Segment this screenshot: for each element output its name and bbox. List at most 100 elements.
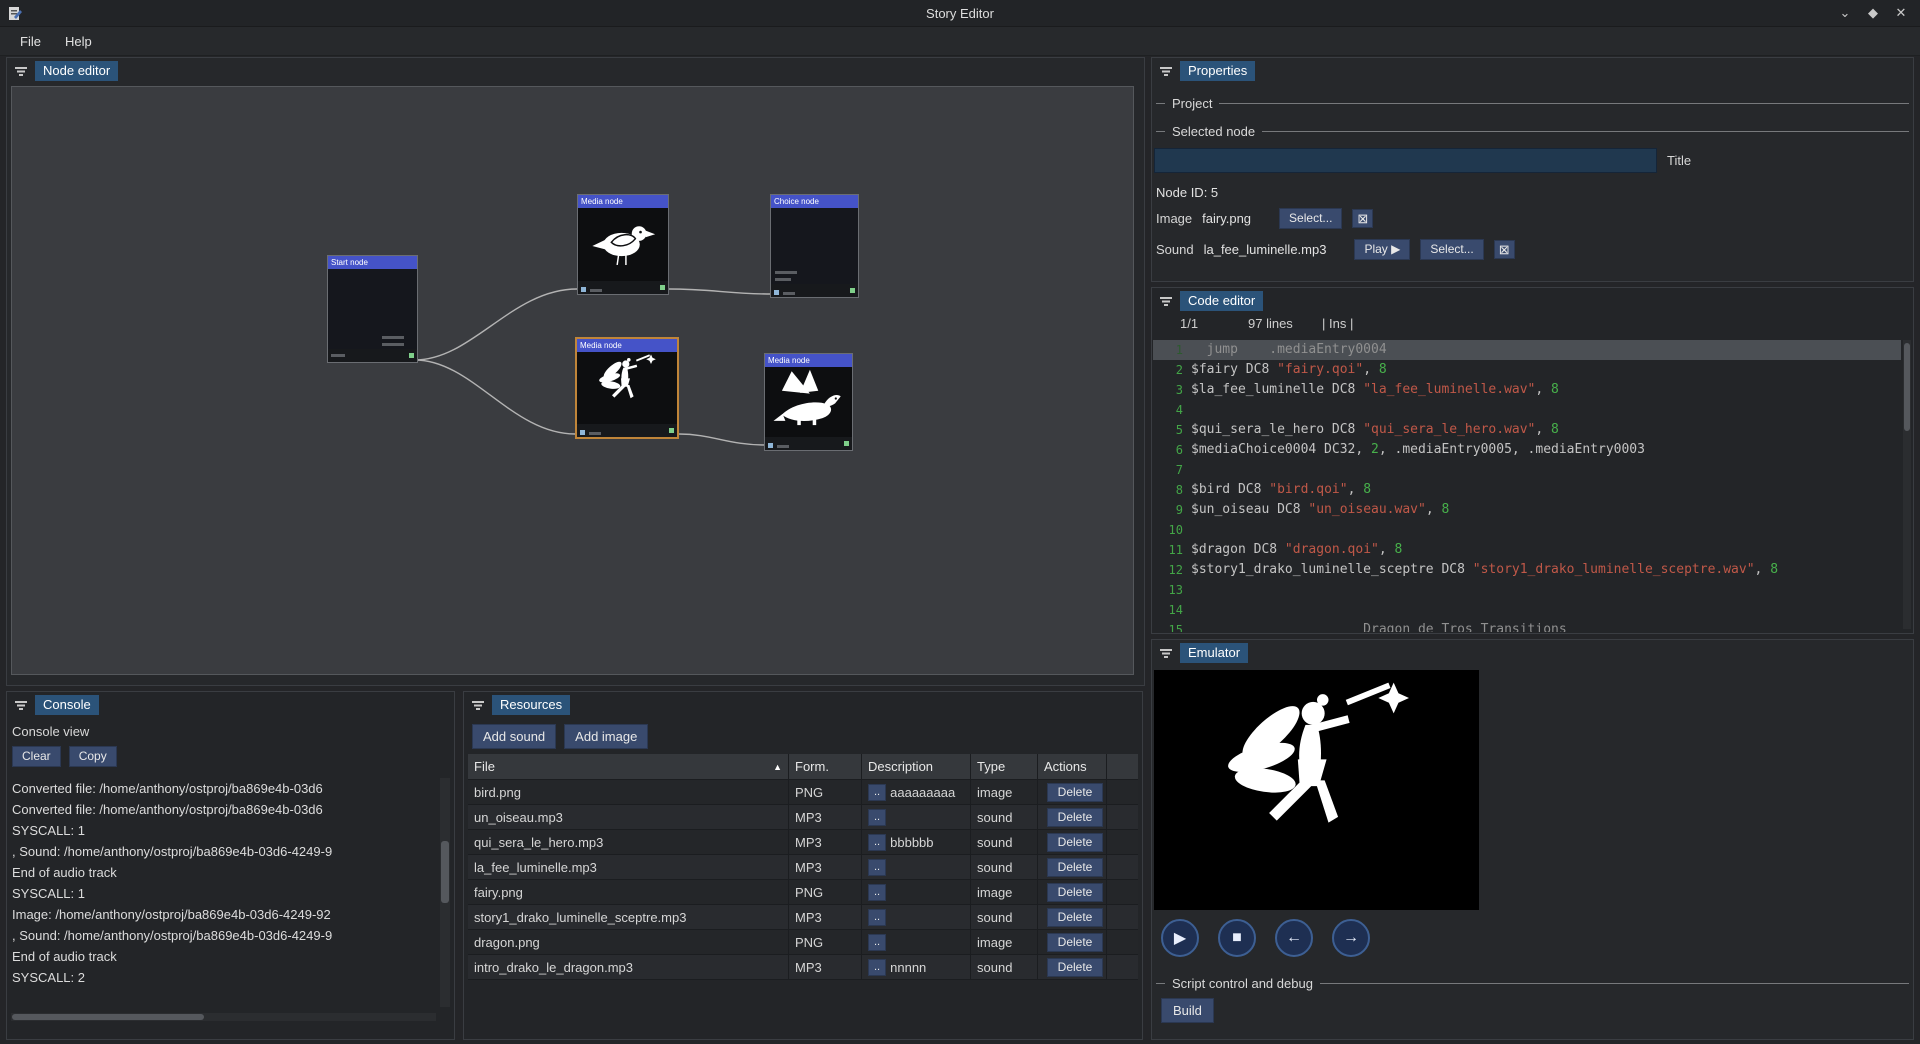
code-line: 2$fairy DC8 "fairy.qoi", 8 [1153, 360, 1901, 380]
scrollbar-thumb[interactable] [441, 841, 449, 903]
shade-button[interactable]: ⌄ [1838, 5, 1852, 21]
collapse-icon[interactable] [14, 698, 28, 712]
console-copy-button[interactable]: Copy [69, 746, 117, 767]
resource-description: .. [862, 855, 971, 879]
resource-actions: Delete [1038, 780, 1107, 804]
console-vertical-scrollbar[interactable] [440, 778, 450, 1007]
collapse-icon[interactable] [1159, 294, 1173, 308]
collapse-icon[interactable] [1159, 646, 1173, 660]
node-media-dragon[interactable]: Media node [764, 353, 853, 451]
edit-description-button[interactable]: .. [868, 809, 886, 826]
code-line: 3$la_fee_luminelle DC8 "la_fee_luminelle… [1153, 380, 1901, 400]
step-forward-button[interactable]: → [1332, 919, 1370, 957]
delete-button[interactable]: Delete [1047, 783, 1104, 802]
resource-type: sound [971, 805, 1038, 829]
scrollbar-thumb[interactable] [12, 1014, 204, 1020]
column-file[interactable]: File ▲ [468, 754, 789, 779]
collapse-icon[interactable] [1159, 64, 1173, 78]
resource-row[interactable]: intro_drako_le_dragon.mp3MP3..nnnnnsound… [468, 955, 1138, 980]
node-canvas[interactable]: Start node Media node [11, 86, 1134, 675]
resource-actions: Delete [1038, 930, 1107, 954]
node-port[interactable] [409, 353, 414, 358]
column-description[interactable]: Description [862, 754, 971, 779]
node-port[interactable] [669, 428, 674, 433]
column-format[interactable]: Form. [789, 754, 862, 779]
console-clear-button[interactable]: Clear [12, 746, 61, 767]
titlebar: Story Editor ⌄ ◆ ✕ [0, 0, 1920, 27]
menubar: File Help [0, 27, 1920, 56]
stop-button[interactable]: ■ [1218, 919, 1256, 957]
resource-row[interactable]: story1_drako_luminelle_sceptre.mp3MP3..s… [468, 905, 1138, 930]
close-button[interactable]: ✕ [1894, 5, 1908, 21]
node-port[interactable] [580, 430, 585, 435]
node-choice[interactable]: Choice node [770, 194, 859, 298]
add-sound-button[interactable]: Add sound [472, 724, 556, 749]
properties-panel: Properties Project Selected node Title N… [1151, 57, 1914, 282]
collapse-icon[interactable] [471, 698, 485, 712]
edit-description-button[interactable]: .. [868, 884, 886, 901]
play-button[interactable]: ▶ [1161, 919, 1199, 957]
menu-file[interactable]: File [10, 30, 51, 53]
node-title: Choice node [771, 195, 858, 208]
line-number: 12 [1153, 560, 1191, 580]
resource-row[interactable]: fairy.pngPNG..imageDelete [468, 880, 1138, 905]
image-select-button[interactable]: Select... [1279, 208, 1342, 229]
edit-description-button[interactable]: .. [868, 784, 886, 801]
node-media-fairy[interactable]: Media node [575, 337, 679, 439]
collapse-icon[interactable] [14, 64, 28, 78]
resource-file: story1_drako_luminelle_sceptre.mp3 [468, 905, 789, 929]
node-start[interactable]: Start node [327, 255, 418, 363]
node-port[interactable] [774, 290, 779, 295]
node-port[interactable] [768, 443, 773, 448]
delete-button[interactable]: Delete [1047, 808, 1104, 827]
console-line: SYSCALL: 1 [12, 883, 436, 904]
edit-description-button[interactable]: .. [868, 909, 886, 926]
node-port[interactable] [581, 287, 586, 292]
delete-button[interactable]: Delete [1047, 883, 1104, 902]
maximize-button[interactable]: ◆ [1866, 5, 1880, 21]
console-horizontal-scrollbar[interactable] [11, 1013, 436, 1021]
code-lines[interactable]: 1 jump .mediaEntry00042$fairy DC8 "fairy… [1153, 340, 1901, 632]
image-clear-button[interactable]: ⊠ [1352, 209, 1373, 228]
column-actions[interactable]: Actions [1038, 754, 1107, 779]
menu-help[interactable]: Help [55, 30, 102, 53]
node-port[interactable] [844, 441, 849, 446]
node-title-input[interactable] [1154, 148, 1657, 173]
step-back-button[interactable]: ← [1275, 919, 1313, 957]
sound-play-button[interactable]: Play ▶ [1354, 239, 1410, 260]
resource-file: dragon.png [468, 930, 789, 954]
edit-description-button[interactable]: .. [868, 859, 886, 876]
resources-title: Resources [492, 695, 570, 715]
console-line: SYSCALL: 2 [12, 967, 436, 988]
edit-description-button[interactable]: .. [868, 934, 886, 951]
build-button[interactable]: Build [1161, 998, 1214, 1023]
node-port[interactable] [660, 285, 665, 290]
delete-button[interactable]: Delete [1047, 908, 1104, 927]
resource-row[interactable]: dragon.pngPNG..imageDelete [468, 930, 1138, 955]
edit-description-button[interactable]: .. [868, 834, 886, 851]
console-line: , Sound: /home/anthony/ostproj/ba869e4b-… [12, 925, 436, 946]
node-title: Media node [765, 354, 852, 367]
resource-row[interactable]: bird.pngPNG..aaaaaaaaaimageDelete [468, 780, 1138, 805]
delete-button[interactable]: Delete [1047, 858, 1104, 877]
resource-row[interactable]: la_fee_luminelle.mp3MP3..soundDelete [468, 855, 1138, 880]
code-vertical-scrollbar[interactable] [1903, 340, 1911, 629]
delete-button[interactable]: Delete [1047, 933, 1104, 952]
resource-row[interactable]: un_oiseau.mp3MP3..soundDelete [468, 805, 1138, 830]
console-lines[interactable]: Converted file: /home/anthony/ostproj/ba… [12, 778, 436, 1007]
resource-row[interactable]: qui_sera_le_hero.mp3MP3..bbbbbbsoundDele… [468, 830, 1138, 855]
delete-button[interactable]: Delete [1047, 958, 1104, 977]
delete-button[interactable]: Delete [1047, 833, 1104, 852]
scrollbar-thumb[interactable] [1904, 343, 1910, 431]
column-type[interactable]: Type [971, 754, 1038, 779]
bird-image [578, 208, 668, 281]
node-media-bird[interactable]: Media node [577, 194, 669, 295]
code-line: 8$bird DC8 "bird.qoi", 8 [1153, 480, 1901, 500]
sound-select-button[interactable]: Select... [1420, 239, 1483, 260]
resource-description: .. [862, 930, 971, 954]
add-image-button[interactable]: Add image [564, 724, 648, 749]
application-window: Story Editor ⌄ ◆ ✕ File Help Node editor… [0, 0, 1920, 1044]
node-port[interactable] [850, 288, 855, 293]
edit-description-button[interactable]: .. [868, 959, 886, 976]
sound-clear-button[interactable]: ⊠ [1494, 240, 1515, 259]
